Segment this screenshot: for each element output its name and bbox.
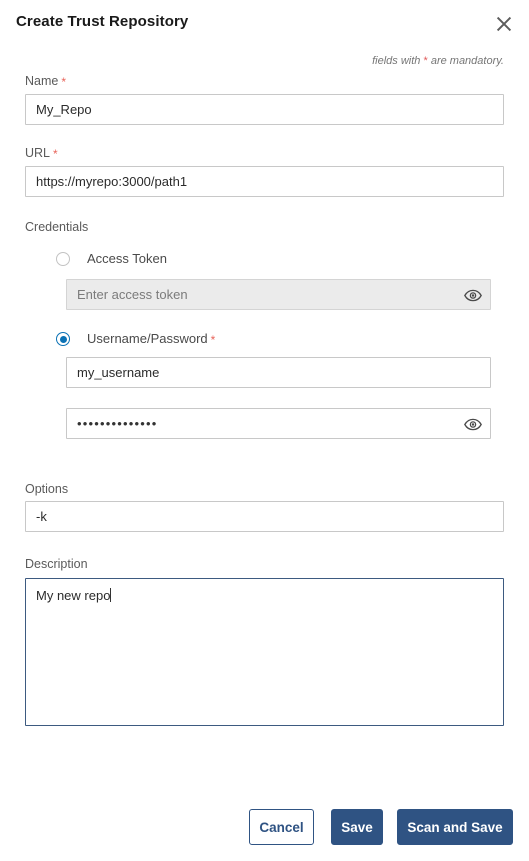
password-input-value: ••••••••••••••: [77, 416, 158, 431]
mandatory-fields-note: fields with * are mandatory.: [372, 55, 504, 67]
page-title: Create Trust Repository: [16, 13, 189, 30]
name-required-star: *: [61, 75, 67, 89]
username-input-value: my_username: [77, 365, 160, 380]
description-value: My new repo: [36, 588, 111, 603]
cancel-button[interactable]: Cancel: [249, 809, 314, 845]
url-input[interactable]: https://myrepo:3000/path1: [25, 166, 504, 197]
credentials-label: Credentials: [25, 220, 88, 234]
name-input[interactable]: My_Repo: [25, 94, 504, 125]
dialog-header: Create Trust Repository: [0, 0, 529, 46]
description-label-text: Description: [25, 557, 88, 571]
radio-username-password[interactable]: Username/Password *: [56, 331, 215, 347]
options-input[interactable]: -k: [25, 501, 504, 532]
options-label-text: Options: [25, 482, 69, 496]
description-label: Description: [25, 557, 88, 571]
access-token-placeholder: Enter access token: [77, 287, 188, 302]
dialog-footer: Cancel Save Scan and Save: [0, 809, 529, 847]
url-required-star: *: [53, 147, 58, 161]
name-label-text: Name: [25, 74, 59, 88]
radio-access-token-label: Access Token: [87, 251, 167, 266]
scan-and-save-button[interactable]: Scan and Save: [397, 809, 513, 845]
radio-access-token[interactable]: Access Token: [56, 251, 167, 266]
credentials-label-text: Credentials: [25, 220, 89, 234]
mandatory-note-after: are mandatory.: [427, 55, 504, 67]
description-textarea[interactable]: My new repo: [25, 578, 504, 726]
options-label: Options: [25, 482, 68, 496]
url-label: URL *: [25, 146, 58, 161]
access-token-input[interactable]: Enter access token: [66, 279, 491, 310]
options-input-value: -k: [36, 509, 47, 524]
close-icon[interactable]: [492, 12, 516, 36]
password-eye-icon[interactable]: [464, 415, 482, 433]
radio-username-password-label-text: Username/Password: [87, 331, 208, 346]
radio-username-password-label: Username/Password *: [87, 331, 215, 347]
username-input[interactable]: my_username: [66, 357, 491, 388]
access-token-eye-icon[interactable]: [464, 286, 482, 304]
password-input[interactable]: ••••••••••••••: [66, 408, 491, 439]
url-input-value: https://myrepo:3000/path1: [36, 174, 188, 189]
username-password-required-star: *: [210, 333, 216, 347]
name-label: Name *: [25, 74, 66, 89]
url-label-text: URL: [25, 146, 51, 160]
radio-username-password-mark: [56, 332, 70, 346]
text-cursor: [110, 588, 112, 602]
name-input-value: My_Repo: [36, 102, 92, 117]
radio-access-token-mark: [56, 251, 70, 266]
save-button[interactable]: Save: [331, 809, 383, 845]
mandatory-note-before: fields with: [372, 55, 424, 67]
